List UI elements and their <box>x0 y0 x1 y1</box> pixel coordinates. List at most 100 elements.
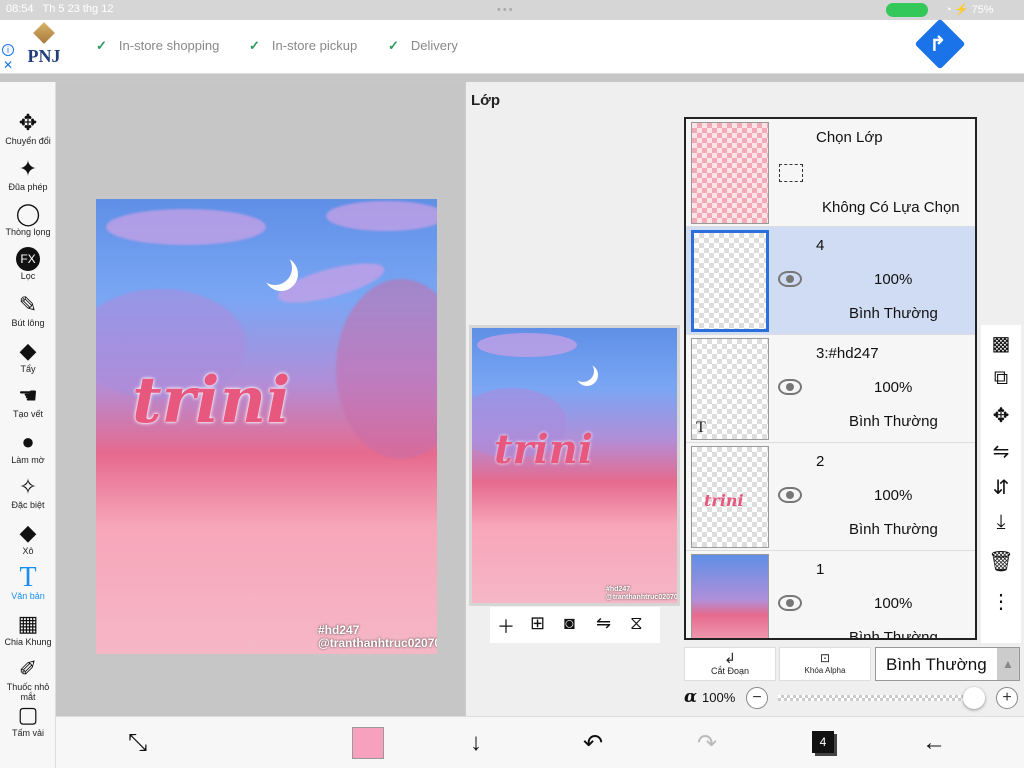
layers-panel-title: Lớp <box>471 92 500 109</box>
tool-label: Tạo vết <box>12 409 43 419</box>
opacity-decrease-button[interactable]: − <box>746 687 768 709</box>
tool-frame-divider[interactable]: ▦ Chia Khung <box>0 611 56 647</box>
artwork-hashtag: #hd247 <box>318 623 360 637</box>
tool-label: Tấm vải <box>11 727 44 738</box>
tool-label: Chia Khung <box>4 636 52 647</box>
merge-down-icon[interactable]: ⤓ <box>981 511 1021 534</box>
layer-opacity: 100% <box>874 487 913 504</box>
flip-horizontal-icon[interactable]: ⇋ <box>981 439 1021 464</box>
select-swap-icon[interactable]: ⧉ <box>981 367 1021 390</box>
redo-icon[interactable]: ↷ <box>697 729 717 758</box>
tool-smudge[interactable]: ☚ Tạo vết <box>0 383 56 419</box>
bottom-toolbar: ⤡ ↓ ↶ ↷ 4 ← <box>56 716 1024 768</box>
bucket-icon: ◆ <box>19 519 37 545</box>
ad-feature: ✓ Delivery <box>388 38 458 53</box>
ad-info-icon[interactable]: i <box>2 44 14 56</box>
layer-row[interactable]: trini 2 100% Bình Thường <box>686 443 975 551</box>
visibility-eye-icon[interactable] <box>778 271 802 287</box>
layer-thumbnail <box>691 230 769 332</box>
camera-in-use-icon <box>886 3 928 17</box>
tool-eraser[interactable]: ◆ Tẩy <box>0 338 56 374</box>
down-arrow-icon[interactable]: ↓ <box>470 729 482 757</box>
camera-icon[interactable]: ◙ <box>564 613 575 634</box>
alpha-lock-button[interactable]: ⊡ Khóa Alpha <box>779 647 871 681</box>
move-icon[interactable]: ✥ <box>981 403 1021 428</box>
tool-sidebar: ✥ Chuyển đổi ✦ Đũa phép ◯ Thòng lọng FX Lọc ✎ Bút… <box>0 82 56 768</box>
tool-lasso[interactable]: ◯ Thòng lọng <box>0 201 56 237</box>
transform-tool-icon[interactable]: ⤡ <box>128 729 147 757</box>
trash-icon[interactable]: 🗑 <box>981 549 1021 574</box>
add-layer-copy-icon[interactable]: ⊞ <box>530 613 545 634</box>
selection-layer-row[interactable]: Chọn Lớp Không Có Lựa Chọn <box>686 119 975 227</box>
layer-blend-mode: Bình Thường <box>849 629 938 640</box>
layer-row[interactable]: 1 100% Bình Thường <box>686 551 975 640</box>
blend-mode-select[interactable]: Bình Thường ▲ <box>875 647 1020 681</box>
tool-label: Thòng lọng <box>5 227 51 237</box>
current-color-swatch[interactable] <box>352 727 384 759</box>
preview-title-text: trini <box>494 426 594 473</box>
layers-count-button[interactable]: 4 <box>812 731 834 753</box>
layer-opacity: 100% <box>874 595 913 612</box>
tool-magic-wand[interactable]: ✦ Đũa phép <box>0 156 56 192</box>
visibility-eye-icon[interactable] <box>778 487 802 503</box>
flip-vertical-icon[interactable]: ⇵ <box>981 475 1021 500</box>
visibility-eye-icon[interactable] <box>778 379 802 395</box>
checkerboard-icon[interactable]: ▩ <box>981 331 1021 356</box>
cloud-shape <box>106 209 266 245</box>
layer-preview[interactable]: trini #hd247 @tranthanhtruc020709 <box>469 325 680 606</box>
opacity-slider[interactable] <box>778 687 985 709</box>
brand-logo[interactable]: PNJ <box>24 22 64 72</box>
layer-opacity: 100% <box>874 379 913 396</box>
selection-layer-status: Không Có Lựa Chọn <box>822 199 960 216</box>
preview-image: trini #hd247 @tranthanhtruc020709 <box>472 328 677 603</box>
tool-special[interactable]: ✧ Đặc biệt <box>0 474 56 510</box>
layers-panel: Lớp trini #hd247 @tranthanhtruc020709 ＋ … <box>465 82 1024 716</box>
lock-icon: ⊡ <box>819 651 831 665</box>
ad-close-icon[interactable]: ✕ <box>3 58 13 72</box>
layer-name: 4 <box>816 237 825 254</box>
tool-move[interactable]: ✥ Chuyển đổi <box>0 110 56 146</box>
check-icon: ✓ <box>96 38 107 53</box>
tool-text[interactable]: T Văn bản <box>0 564 56 602</box>
flip-horizontal-icon[interactable]: ⇋ <box>596 613 611 634</box>
ad-feature: ✓ In-store shopping <box>96 38 220 53</box>
layer-row[interactable]: 4 100% Bình Thường <box>686 227 975 335</box>
tool-fx-filter[interactable]: FX Lọc <box>0 246 56 281</box>
tool-label: Đũa phép <box>8 181 48 192</box>
special-icon: ✧ <box>18 474 38 499</box>
dropdown-arrow-icon: ▲ <box>997 648 1019 680</box>
opacity-slider-knob[interactable] <box>963 687 985 709</box>
layer-blend-mode: Bình Thường <box>849 521 938 538</box>
tool-label: Tẩy <box>20 363 36 374</box>
layer-list[interactable]: Chọn Lớp Không Có Lựa Chọn 4 100% Bình T… <box>684 117 977 640</box>
artwork-canvas[interactable]: trini #hd247 @tranthanhtruc020709 <box>96 199 437 654</box>
layer-row[interactable]: T 3:#hd247 100% Bình Thường <box>686 335 975 443</box>
frame-divider-icon: ▦ <box>17 610 39 636</box>
canvas-icon: ▢ <box>17 701 39 727</box>
transform-layer-icon[interactable]: ⧖ <box>630 613 643 634</box>
text-layer-icon: T <box>696 419 706 436</box>
brush-icon: ✎ <box>18 292 38 317</box>
back-arrow-icon[interactable]: ← <box>922 729 946 757</box>
eraser-icon: ◆ <box>19 337 37 363</box>
selection-layer-thumbnail <box>691 122 769 224</box>
more-options-icon[interactable]: ⋮ <box>981 589 1021 614</box>
tool-blur-drop[interactable]: ● Làm mờ <box>0 429 56 465</box>
check-icon: ✓ <box>388 38 399 53</box>
multitask-dots[interactable]: ••• <box>497 4 515 16</box>
tool-bucket[interactable]: ◆ Xô <box>0 520 56 556</box>
add-layer-icon[interactable]: ＋ <box>497 613 515 639</box>
status-time: 08:54 Th 5 23 thg 12 <box>6 3 114 15</box>
tool-canvas[interactable]: ▢ Tấm vải <box>0 702 56 738</box>
tool-eyedropper[interactable]: ✐ Thuốc nhỏ mắt <box>0 656 56 702</box>
opacity-increase-button[interactable]: + <box>996 687 1018 709</box>
visibility-eye-icon[interactable] <box>778 595 802 611</box>
directions-button[interactable]: ↱ <box>914 18 966 70</box>
clipping-button[interactable]: ↲ Cắt Đoạn <box>684 647 776 681</box>
ad-banner[interactable]: i ✕ PNJ ✓ In-store shopping ✓ In-store pic… <box>0 18 1024 74</box>
directions-arrow-icon: ↱ <box>929 33 947 56</box>
tool-brush[interactable]: ✎ Bút lông <box>0 292 56 328</box>
layer-thumbnail <box>691 554 769 638</box>
undo-icon[interactable]: ↶ <box>583 729 603 758</box>
lasso-icon: ◯ <box>15 201 41 226</box>
